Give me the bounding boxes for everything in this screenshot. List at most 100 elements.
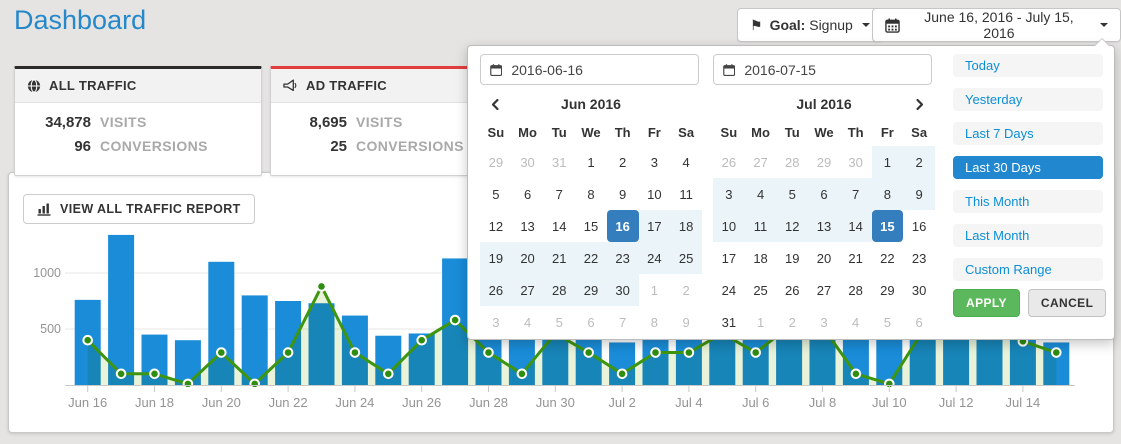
calendar-day[interactable]: 6 [512,178,544,210]
chevron-left-icon[interactable] [480,98,510,111]
calendar-day[interactable]: 2 [903,146,935,178]
calendar-day[interactable]: 17 [713,242,745,274]
calendar-day[interactable]: 14 [543,210,575,242]
calendar-day[interactable]: 28 [543,274,575,306]
calendar-day[interactable]: 4 [670,146,702,178]
calendar-day[interactable]: 30 [840,146,872,178]
calendar-day[interactable]: 13 [808,210,840,242]
calendar-day[interactable]: 27 [808,274,840,306]
calendar-day[interactable]: 1 [639,274,671,306]
calendar-day[interactable]: 5 [543,306,575,338]
end-date-value[interactable] [742,61,922,79]
calendar-day[interactable]: 25 [670,242,702,274]
calendar-day[interactable]: 6 [575,306,607,338]
calendar-day[interactable]: 19 [776,242,808,274]
calendar-day[interactable]: 21 [840,242,872,274]
calendar-day[interactable]: 5 [872,306,904,338]
calendar-day[interactable]: 4 [840,306,872,338]
range-option-custom-range[interactable]: Custom Range [953,258,1103,281]
calendar-day[interactable]: 23 [903,242,935,274]
calendar-day[interactable]: 26 [480,274,512,306]
calendar-day[interactable]: 8 [872,178,904,210]
calendar-day[interactable]: 10 [713,210,745,242]
calendar-day[interactable]: 17 [639,210,671,242]
calendar-day[interactable]: 18 [745,242,777,274]
range-option-this-month[interactable]: This Month [953,190,1103,213]
calendar-day[interactable]: 5 [776,178,808,210]
calendar-day[interactable]: 12 [776,210,808,242]
calendar-day[interactable]: 25 [745,274,777,306]
calendar-day[interactable]: 19 [480,242,512,274]
start-date-value[interactable] [509,61,689,79]
calendar-day[interactable]: 28 [840,274,872,306]
calendar-day[interactable]: 8 [575,178,607,210]
calendar-day[interactable]: 31 [713,306,745,338]
calendar-day[interactable]: 29 [808,146,840,178]
calendar-day[interactable]: 7 [543,178,575,210]
calendar-day[interactable]: 16 [903,210,935,242]
calendar-day[interactable]: 29 [480,146,512,178]
calendar-day[interactable]: 1 [872,146,904,178]
calendar-day[interactable]: 12 [480,210,512,242]
calendar-day[interactable]: 4 [512,306,544,338]
calendar-day[interactable]: 4 [745,178,777,210]
calendar-day[interactable]: 29 [872,274,904,306]
calendar-day[interactable]: 21 [543,242,575,274]
calendar-day[interactable]: 26 [713,146,745,178]
calendar-day[interactable]: 23 [607,242,639,274]
calendar-day[interactable]: 2 [670,274,702,306]
calendar-day[interactable]: 22 [575,242,607,274]
calendar-day[interactable]: 3 [639,146,671,178]
apply-button[interactable]: APPLY [953,289,1020,317]
calendar-day[interactable]: 13 [512,210,544,242]
calendar-day[interactable]: 3 [713,178,745,210]
calendar-day[interactable]: 3 [808,306,840,338]
calendar-day[interactable]: 28 [776,146,808,178]
range-option-today[interactable]: Today [953,54,1103,77]
calendar-day[interactable]: 1 [575,146,607,178]
calendar-day[interactable]: 2 [776,306,808,338]
calendar-day-selected[interactable]: 15 [872,210,904,242]
calendar-day[interactable]: 20 [512,242,544,274]
calendar-day[interactable]: 3 [480,306,512,338]
calendar-day[interactable]: 30 [903,274,935,306]
calendar-day[interactable]: 10 [639,178,671,210]
calendar-day[interactable]: 9 [607,178,639,210]
calendar-day[interactable]: 26 [776,274,808,306]
calendar-day[interactable]: 30 [607,274,639,306]
calendar-day[interactable]: 24 [713,274,745,306]
calendar-day[interactable]: 30 [512,146,544,178]
calendar-day[interactable]: 2 [607,146,639,178]
calendar-day[interactable]: 7 [840,178,872,210]
range-option-yesterday[interactable]: Yesterday [953,88,1103,111]
cancel-button[interactable]: CANCEL [1028,289,1106,317]
calendar-day[interactable]: 6 [808,178,840,210]
goal-selector-button[interactable]: ⚑ Goal: Signup [737,8,883,42]
calendar-day[interactable]: 5 [480,178,512,210]
calendar-day[interactable]: 27 [745,146,777,178]
range-option-last-30-days[interactable]: Last 30 Days [953,156,1103,179]
calendar-day[interactable]: 18 [670,210,702,242]
calendar-day[interactable]: 27 [512,274,544,306]
calendar-day[interactable]: 15 [575,210,607,242]
view-all-traffic-report-button[interactable]: VIEW ALL TRAFFIC REPORT [23,194,255,224]
calendar-day[interactable]: 31 [543,146,575,178]
calendar-day[interactable]: 24 [639,242,671,274]
calendar-day[interactable]: 9 [670,306,702,338]
calendar-day[interactable]: 9 [903,178,935,210]
calendar-day[interactable]: 14 [840,210,872,242]
chevron-right-icon[interactable] [905,98,935,111]
calendar-day[interactable]: 22 [872,242,904,274]
start-date-input[interactable] [480,54,699,85]
date-range-button[interactable]: June 16, 2016 - July 15, 2016 [872,8,1121,42]
calendar-day[interactable]: 11 [745,210,777,242]
calendar-day[interactable]: 8 [639,306,671,338]
calendar-day[interactable]: 20 [808,242,840,274]
range-option-last-month[interactable]: Last Month [953,224,1103,247]
calendar-day[interactable]: 11 [670,178,702,210]
calendar-day[interactable]: 7 [607,306,639,338]
end-date-input[interactable] [713,54,932,85]
calendar-day[interactable]: 6 [903,306,935,338]
calendar-day[interactable]: 29 [575,274,607,306]
calendar-day[interactable]: 1 [745,306,777,338]
